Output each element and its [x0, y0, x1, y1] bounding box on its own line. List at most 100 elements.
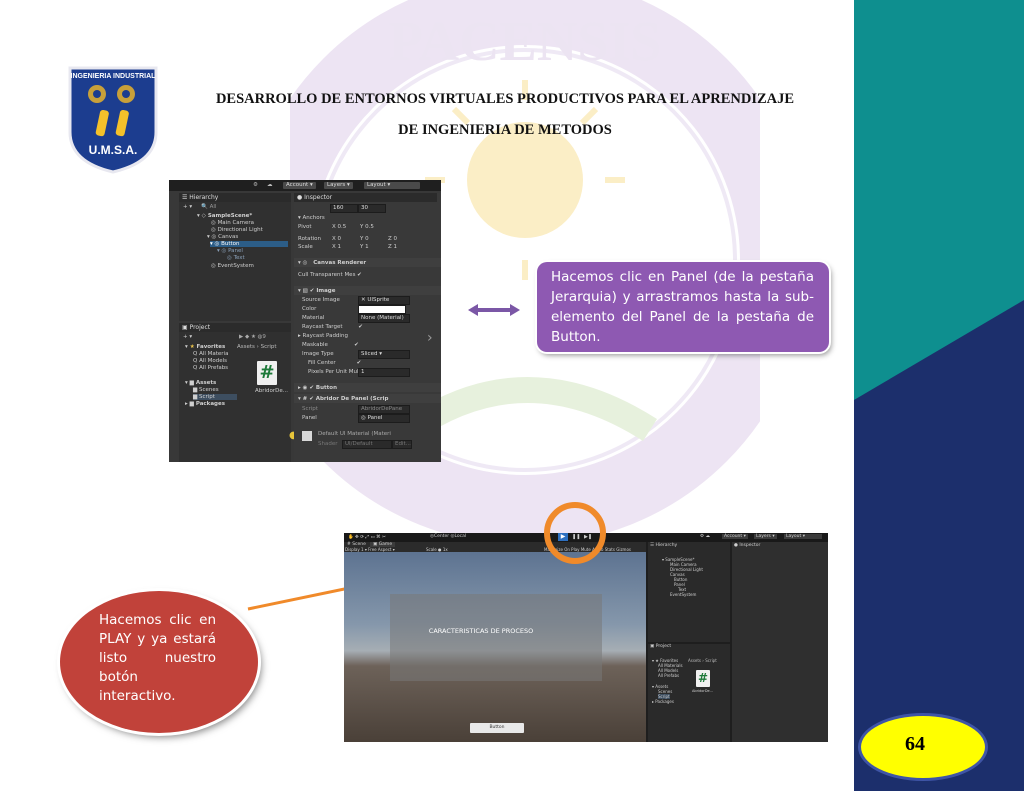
scale-y[interactable]: Y 1	[360, 244, 369, 250]
tree-item-text[interactable]: ◎ Text	[227, 255, 245, 261]
tree-item[interactable]: EventSystem	[670, 592, 696, 597]
account-dropdown[interactable]: Account ▾	[722, 534, 748, 539]
favorites-folder[interactable]: ▾ ★ Favorites	[185, 344, 225, 350]
editor-toolbar: ⚙ ☁ Account ▾ Layers ▾ Layout ▾	[169, 180, 441, 191]
image-type-label: Image Type	[302, 351, 334, 357]
scenes-folder[interactable]: ▆ Scenes	[193, 387, 219, 393]
script-field: AbridorDePane	[358, 405, 410, 414]
expand-chevron-icon[interactable]: ›	[427, 330, 433, 346]
shader-edit-button[interactable]: Edit...	[392, 440, 412, 449]
project-add-icon[interactable]: + ▾	[183, 334, 192, 340]
tree-item-canvas[interactable]: ▾ ◎ Canvas	[207, 234, 238, 240]
assets-folder[interactable]: ▾ ▆ Assets	[185, 380, 216, 386]
script-file-name[interactable]: AbridorDe...	[255, 388, 288, 394]
pivot-x[interactable]: X 0.5	[332, 224, 346, 230]
cloud-icon[interactable]: ⚙ ☁	[700, 534, 710, 539]
fill-center-label: Fill Center ✔	[308, 360, 362, 366]
script-folder[interactable]: ▆ Script	[193, 394, 237, 400]
height-field[interactable]: 30	[358, 204, 386, 213]
panel-label: Panel	[302, 415, 317, 421]
tree-item-button[interactable]: ▾ ◎ Button	[210, 241, 288, 247]
width-field[interactable]: 160	[330, 204, 358, 213]
tab-hierarchy[interactable]: ☰ Hierarchy	[179, 193, 291, 202]
pixels-per-unit-label: Pixels Per Unit Mul	[308, 369, 359, 375]
unity-editor-screenshot-play-mode: ✋ ✥ ⟳ ⤢ ▭ ⌘ ✂ ◎Center ◎Local ▶ ❚❚ ▶❚ ⚙ ☁…	[344, 533, 828, 742]
add-icon[interactable]: + ▾	[183, 204, 192, 210]
maskable-label: Maskable ✔	[302, 342, 359, 348]
tree-item-main-camera[interactable]: ◎ Main Camera	[211, 220, 254, 226]
game-ui-panel	[390, 594, 602, 681]
material-label: Material	[302, 315, 325, 321]
canvas-renderer-title[interactable]: ▾ ◎ Canvas Renderer	[298, 260, 366, 266]
rotation-label: Rotation	[298, 236, 322, 242]
favorites-item[interactable]: Q All Materia	[193, 351, 228, 357]
hierarchy-panel: ☰ Hierarchy + ▾ 🔍 All ▾ ◇ SampleScene* ◎…	[179, 193, 291, 321]
panel-reference-field[interactable]: ◎ Panel	[358, 414, 410, 423]
play-button-highlight-ring	[544, 502, 606, 564]
tree-item-directional-light[interactable]: ◎ Directional Light	[211, 227, 263, 233]
csharp-script-icon[interactable]: #	[257, 361, 277, 385]
pivot-label: Pivot	[298, 224, 312, 230]
favorites-item[interactable]: Q All Prefabs	[193, 365, 228, 371]
shader-dropdown[interactable]: UI/Default	[342, 440, 392, 449]
document-title-line-1: DESARROLLO DE ENTORNOS VIRTUALES PRODUCT…	[215, 91, 795, 107]
tree-item-eventsystem[interactable]: ◎ EventSystem	[211, 263, 254, 269]
default-material-label[interactable]: Default UI Material (Materi	[318, 431, 391, 437]
cull-transparent-label: Cull Transparent Mes ✔	[298, 272, 362, 278]
pivot-center-toggle[interactable]: ◎Center ◎Local	[430, 534, 466, 539]
raycast-padding-label[interactable]: ▸ Raycast Padding	[298, 333, 348, 339]
tab-inspector[interactable]: ● Inspector	[294, 193, 437, 202]
raycast-target-label: Raycast Target ✔	[302, 324, 363, 330]
project-panel: ▣ Project + ▾ ▶ ◆ ★ ◍9 ▾ ★ Favorites Ass…	[179, 323, 298, 462]
project-panel: ▣ Project ▾ ★ Favorites All Materials Al…	[648, 644, 730, 742]
image-component-title[interactable]: ▾ ▧ ✔ Image	[298, 288, 335, 294]
settings-icon[interactable]: ⚙	[253, 182, 258, 188]
game-panel-text: CARACTERISTICAS DE PROCESO	[428, 627, 534, 635]
packages-folder[interactable]: ▸ ▆ Packages	[185, 401, 225, 407]
layout-dropdown[interactable]: Layout ▾	[364, 182, 420, 189]
tab-project[interactable]: ▣ Project	[650, 644, 671, 649]
layers-dropdown[interactable]: Layers ▾	[754, 534, 777, 539]
favorites-item[interactable]: Q All Models	[193, 358, 227, 364]
cloud-icon[interactable]: ☁	[267, 182, 273, 188]
account-dropdown[interactable]: Account ▾	[283, 182, 316, 189]
script-component-title[interactable]: ▾ # ✔ Abridor De Panel (Scrip	[298, 396, 388, 402]
scale-x[interactable]: X 1	[332, 244, 341, 250]
project-toolbar-icons[interactable]: ▶ ◆ ★ ◍9	[239, 334, 266, 340]
tree-item-scene[interactable]: ▾ ◇ SampleScene*	[197, 213, 252, 219]
callout-text-play-instruction: Hacemos clic en PLAY y ya estará listo n…	[99, 612, 216, 704]
document-title-line-2: DE INGENIERIA DE METODOS	[398, 122, 612, 138]
anchors-label[interactable]: ▾ Anchors	[298, 215, 325, 221]
shader-label: Shader	[318, 441, 338, 447]
layers-dropdown[interactable]: Layers ▾	[324, 182, 353, 189]
scale-z[interactable]: Z 1	[388, 244, 397, 250]
packages-folder[interactable]: ▸ Packages	[652, 699, 674, 704]
rotation-y[interactable]: Y 0	[360, 236, 369, 242]
svg-text:PACENSIS: PACENSIS	[389, 11, 662, 73]
hierarchy-search[interactable]: 🔍 All	[201, 204, 216, 210]
tab-inspector[interactable]: ● Inspector	[734, 543, 760, 548]
button-component-title[interactable]: ▸ ◉ ✔ Button	[298, 385, 337, 391]
material-field[interactable]: None (Material)	[358, 314, 410, 323]
tab-hierarchy[interactable]: ☰ Hierarchy	[650, 543, 677, 548]
pixels-per-unit-field[interactable]: 1	[358, 368, 410, 377]
favorites-item[interactable]: All Prefabs	[658, 673, 679, 678]
csharp-script-icon[interactable]: #	[696, 670, 710, 687]
source-image-label: Source Image	[302, 297, 340, 303]
script-file-name[interactable]: AbridorDe...	[692, 689, 713, 693]
breadcrumb: Assets › Script	[688, 658, 717, 663]
transform-tools[interactable]: ✋ ✥ ⟳ ⤢ ▭ ⌘ ✂	[348, 534, 386, 540]
unity-editor-screenshot-inspector: ⚙ ☁ Account ▾ Layers ▾ Layout ▾ ☰ Hierar…	[169, 180, 441, 462]
source-image-field[interactable]: ✕ UISprite	[358, 296, 410, 305]
rotation-x[interactable]: X 0	[332, 236, 341, 242]
rotation-z[interactable]: Z 0	[388, 236, 397, 242]
layout-dropdown[interactable]: Layout ▾	[784, 534, 822, 539]
game-ui-button[interactable]: Button	[470, 723, 524, 733]
callout-text-panel-instruction: Hacemos clic en Panel (de la pestaña Jer…	[551, 269, 814, 345]
pivot-y[interactable]: Y 0.5	[360, 224, 374, 230]
image-type-dropdown[interactable]: Sliced ▾	[358, 350, 410, 359]
color-swatch[interactable]	[358, 305, 406, 314]
inspector-panel: ● Inspector	[732, 542, 828, 742]
tree-item-panel[interactable]: ▾ ◎ Panel	[217, 248, 243, 254]
tab-project[interactable]: ▣ Project	[179, 323, 291, 332]
